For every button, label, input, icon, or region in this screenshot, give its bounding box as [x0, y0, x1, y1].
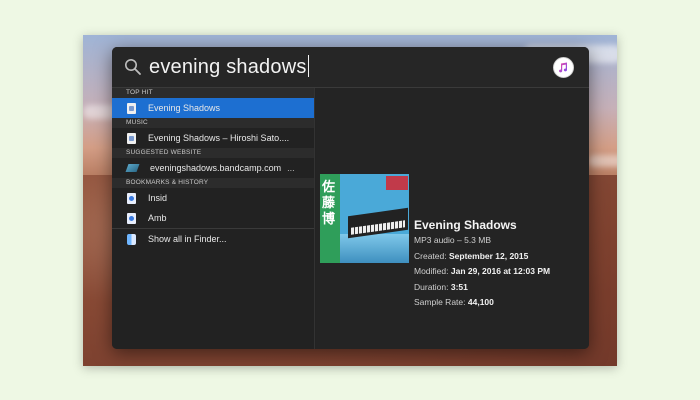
bookmark-icon [127, 192, 136, 204]
show-all-label: Show all in Finder... [148, 234, 227, 244]
search-input[interactable]: evening shadows [149, 55, 309, 79]
preview-metadata: Evening Shadows MP3 audio – 5.3 MB Creat… [414, 218, 550, 311]
preview-duration: Duration: 3:51 [414, 280, 550, 296]
result-row-music[interactable]: Evening Shadows – Hiroshi Sato.... [112, 128, 314, 148]
finder-icon [127, 233, 136, 245]
result-label: Evening Shadows [148, 103, 221, 113]
album-art: 佐藤博 [320, 174, 409, 263]
document-icon [127, 102, 136, 114]
result-row-bookmark[interactable]: Amb [112, 208, 314, 228]
created-value: September 12, 2015 [448, 250, 529, 261]
preview-pane: 佐藤博 Evening Shadows MP3 audio – 5.3 MB C… [316, 88, 589, 349]
search-icon [125, 59, 141, 75]
bookmark-icon [127, 212, 136, 224]
album-art-sky [340, 234, 409, 263]
album-art-text: 佐藤博 [322, 180, 336, 227]
sample-rate-label: Sample Rate: [414, 297, 466, 307]
search-query: evening shadows [149, 56, 307, 78]
preview-kind: MP3 audio – 5.3 MB [414, 235, 492, 245]
album-art-tag [386, 176, 408, 190]
spotlight-window: evening shadows TOP HIT Evening Shadows … [112, 47, 589, 349]
show-all-in-finder-button[interactable]: Show all in Finder... [112, 229, 314, 249]
section-header-music: MUSIC [112, 118, 314, 128]
result-row-top-hit[interactable]: Evening Shadows [112, 98, 314, 118]
results-list: TOP HIT Evening Shadows MUSIC Evening Sh… [112, 88, 315, 349]
section-header-top-hit: TOP HIT [112, 88, 314, 98]
duration-label: Duration: [414, 281, 449, 292]
section-header-website: SUGGESTED WEBSITE [112, 148, 314, 158]
preview-sample-rate: Sample Rate: 44,100 [414, 295, 550, 311]
music-note-icon [559, 62, 568, 73]
section-header-bookmarks: BOOKMARKS & HISTORY [112, 178, 314, 188]
created-label: Created: [414, 250, 447, 261]
result-suffix: ... [287, 163, 295, 173]
result-label: Amb [148, 213, 167, 223]
search-bar[interactable]: evening shadows [112, 47, 589, 88]
result-label: eveningshadows.bandcamp.com [150, 163, 282, 173]
cloud [588, 155, 617, 167]
website-icon [125, 164, 140, 172]
preview-modified: Modified: Jan 29, 2016 at 12:03 PM [414, 264, 550, 280]
itunes-icon [553, 57, 574, 78]
sample-rate-value: 44,100 [467, 297, 494, 307]
modified-label: Modified: [414, 266, 449, 276]
text-caret [307, 55, 309, 77]
document-icon [127, 132, 136, 144]
duration-value: 3:51 [450, 281, 468, 292]
result-label: Insid [148, 193, 168, 203]
preview-title: Evening Shadows [414, 218, 517, 232]
preview-created: Created: September 12, 2015 [414, 249, 550, 265]
modified-value: Jan 29, 2016 at 12:03 PM [450, 266, 551, 276]
result-row-bookmark[interactable]: Insid [112, 188, 314, 208]
result-label: Evening Shadows – Hiroshi Sato.... [148, 133, 290, 143]
result-row-website[interactable]: eveningshadows.bandcamp.com ... [112, 158, 314, 178]
